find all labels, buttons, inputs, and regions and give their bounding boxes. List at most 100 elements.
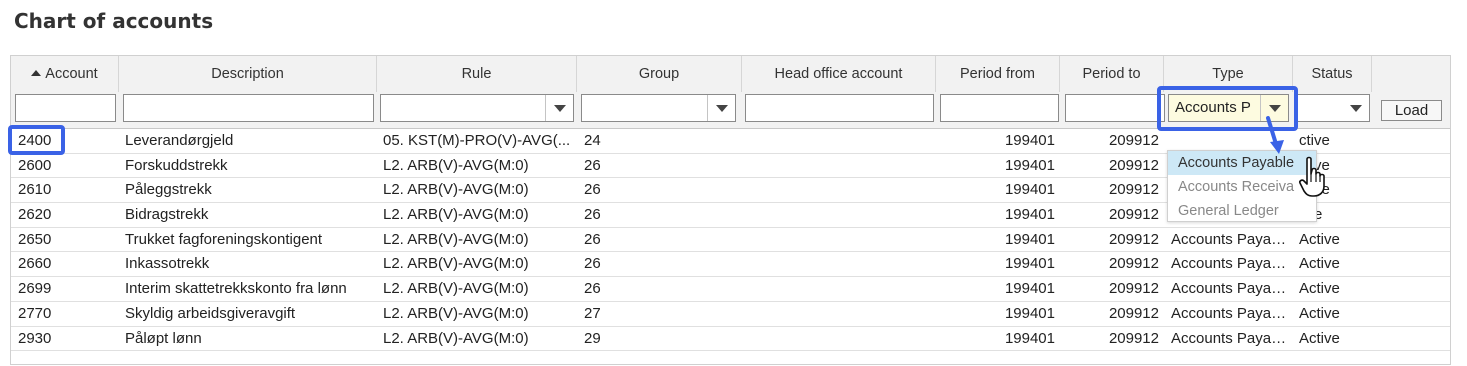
group-filter-dropdown-button[interactable] [707, 95, 735, 121]
cell-account: 2770 [18, 304, 52, 322]
cell-period-to: 209912 [1108, 156, 1159, 174]
cell-status: Active [1299, 280, 1340, 298]
cell-status: Active [1299, 230, 1340, 248]
column-header-period-to[interactable]: Period to [1060, 56, 1164, 92]
cell-period-to: 209912 [1108, 280, 1159, 298]
group-filter-select[interactable] [581, 94, 736, 122]
chevron-down-icon [554, 105, 566, 112]
table-row[interactable]: 2770 Skyldig arbeidsgiveravgift L2. ARB(V)… [11, 302, 1450, 327]
cell-rule: L2. ARB(V)-AVG(M:0) [383, 304, 529, 322]
cell-description: Påleggstrekk [125, 181, 212, 199]
annotation-arrow-icon [1266, 116, 1284, 154]
account-filter-input[interactable] [15, 94, 116, 122]
table-row[interactable]: 2699 Interim skattetrekkskonto fra lønn L2… [11, 277, 1450, 302]
cell-rule: L2. ARB(V)-AVG(M:0) [383, 206, 529, 224]
cell-group: 26 [584, 255, 601, 273]
cell-group: 24 [584, 132, 601, 149]
cell-group: 26 [584, 280, 601, 298]
column-header-actions [1372, 56, 1450, 92]
dropdown-option-accounts-payable[interactable]: Accounts Payable [1168, 151, 1316, 175]
column-header-description[interactable]: Description [119, 56, 377, 92]
cell-rule: L2. ARB(V)-AVG(M:0) [383, 255, 529, 273]
period-from-filter-input[interactable] [940, 94, 1059, 122]
cell-group: 26 [584, 181, 601, 199]
cell-period-from: 199401 [1004, 255, 1055, 273]
cell-description: Påløpt lønn [125, 329, 202, 347]
cell-account: 2600 [18, 156, 52, 174]
table-row[interactable]: 2930 Påløpt lønn L2. ARB(V)-AVG(M:0) 29 1994… [11, 327, 1450, 352]
cell-period-to: 209912 [1108, 206, 1159, 224]
cell-period-to: 209912 [1108, 329, 1159, 347]
cell-type: Accounts Payable [1171, 230, 1287, 248]
chevron-down-icon [716, 105, 728, 112]
cell-type: Accounts Payable [1171, 280, 1287, 298]
table-row[interactable]: 2650 Trukket fagforeningskontigent L2. ARB… [11, 228, 1450, 253]
description-filter-input[interactable] [123, 94, 374, 122]
cell-description: Trukket fagforeningskontigent [125, 230, 323, 248]
cell-account: 2930 [18, 329, 52, 347]
cell-type: Accounts Payable [1171, 304, 1287, 322]
cell-rule: L2. ARB(V)-AVG(M:0) [383, 280, 529, 298]
cell-status: Active [1299, 255, 1340, 273]
type-dropdown-list: Accounts Payable Accounts Receiva Genera… [1167, 150, 1317, 222]
cell-account: 2610 [18, 181, 52, 199]
rule-filter-select[interactable] [380, 94, 574, 122]
head-office-account-filter-input[interactable] [745, 94, 934, 122]
cell-status: Active [1299, 329, 1340, 347]
cell-period-to: 209912 [1108, 304, 1159, 322]
cell-description: Inkassotrekk [125, 255, 210, 273]
cell-period-from: 199401 [1004, 181, 1055, 199]
cell-period-from: 199401 [1004, 329, 1055, 347]
cell-description: Bidragstrekk [125, 206, 209, 224]
hand-pointer-icon [1299, 156, 1325, 197]
cell-period-to: 209912 [1108, 255, 1159, 273]
cell-period-to: 209912 [1108, 132, 1159, 149]
cell-group: 26 [584, 230, 601, 248]
cell-group: 27 [584, 304, 601, 322]
cell-period-from: 199401 [1004, 132, 1055, 149]
column-header-status[interactable]: Status [1293, 56, 1372, 92]
cell-group: 29 [584, 329, 601, 347]
status-filter-select[interactable] [1294, 94, 1370, 122]
cell-period-from: 199401 [1004, 206, 1055, 224]
cell-period-to: 209912 [1108, 230, 1159, 248]
cell-account: 2650 [18, 230, 52, 248]
cell-description: Leverandørgjeld [125, 132, 234, 149]
cell-type: Accounts Payable [1171, 255, 1287, 273]
cell-rule: L2. ARB(V)-AVG(M:0) [383, 181, 529, 199]
cell-rule: 05. KST(M)-PRO(V)-AVG(... [383, 132, 571, 149]
cell-rule: L2. ARB(V)-AVG(M:0) [383, 156, 529, 174]
cell-account: 2660 [18, 255, 52, 273]
cell-period-to: 209912 [1108, 181, 1159, 199]
sort-ascending-icon [31, 70, 42, 76]
column-header-group[interactable]: Group [577, 56, 742, 92]
period-to-filter-input[interactable] [1065, 94, 1165, 122]
cell-description: Skyldig arbeidsgiveravgift [125, 304, 296, 322]
cell-group: 26 [584, 156, 601, 174]
cell-account: 2620 [18, 206, 52, 224]
cell-rule: L2. ARB(V)-AVG(M:0) [383, 329, 529, 347]
column-header-rule[interactable]: Rule [377, 56, 577, 92]
load-button[interactable]: Load [1381, 100, 1442, 121]
cell-type: Accounts Payable [1171, 329, 1287, 347]
cell-account: 2699 [18, 280, 52, 298]
cell-rule: L2. ARB(V)-AVG(M:0) [383, 230, 529, 248]
cell-period-from: 199401 [1004, 156, 1055, 174]
table-row[interactable]: 2660 Inkassotrekk L2. ARB(V)-AVG(M:0) 26 199… [11, 252, 1450, 278]
column-header-head-office-account[interactable]: Head office account [742, 56, 936, 92]
rule-filter-dropdown-button[interactable] [545, 95, 573, 121]
column-header-account[interactable]: Account [11, 56, 119, 92]
cell-period-from: 199401 [1004, 304, 1055, 322]
account-2400-highlight [8, 125, 65, 155]
status-filter-dropdown-button[interactable] [1342, 95, 1369, 121]
cell-period-from: 199401 [1004, 280, 1055, 298]
cell-description: Interim skattetrekkskonto fra lønn [125, 280, 347, 298]
chevron-down-icon [1350, 105, 1362, 112]
cell-group: 26 [584, 206, 601, 224]
cell-description: Forskuddstrekk [125, 156, 228, 174]
dropdown-option-accounts-receivable[interactable]: Accounts Receiva [1168, 175, 1316, 199]
page-title: Chart of accounts [14, 9, 214, 33]
column-header-period-from[interactable]: Period from [936, 56, 1060, 92]
dropdown-option-general-ledger[interactable]: General Ledger [1168, 199, 1316, 223]
cell-status: Active [1299, 304, 1340, 322]
